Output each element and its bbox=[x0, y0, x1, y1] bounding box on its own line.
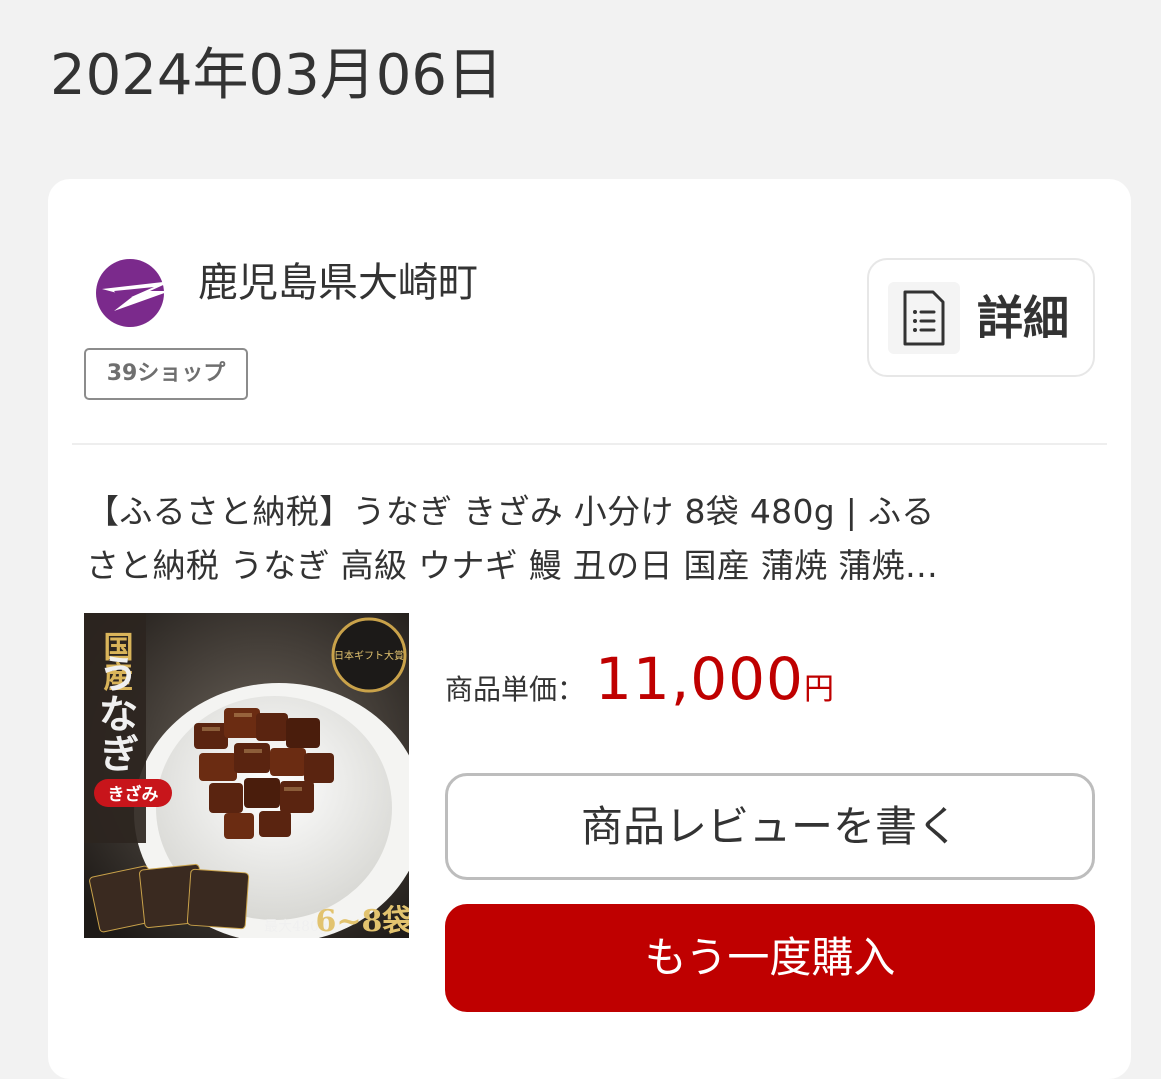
detail-button-label: 詳細 bbox=[977, 291, 1069, 345]
write-review-button[interactable]: 商品レビューを書く bbox=[445, 773, 1095, 880]
product-title-line-2: さと納税 うなぎ 高級 ウナギ 鰻 丑の日 国産 蒲焼 蒲焼… bbox=[86, 546, 939, 585]
product-title[interactable]: 【ふるさと納税】うなぎ きざみ 小分け 8袋 480g | ふる さと納税 うな… bbox=[86, 485, 1076, 593]
divider bbox=[72, 443, 1107, 445]
order-date-heading: 2024年03月06日 bbox=[50, 43, 504, 108]
document-list-icon bbox=[888, 282, 960, 354]
image-tag-kizami: きざみ bbox=[108, 784, 159, 805]
product-title-line-1: 【ふるさと納税】うなぎ きざみ 小分け 8袋 480g | ふる bbox=[86, 492, 935, 531]
buy-again-button[interactable]: もう一度購入 bbox=[445, 904, 1095, 1012]
town-emblem-icon bbox=[92, 251, 176, 335]
image-text-unagi: うなぎ bbox=[92, 653, 139, 773]
image-quantity-label: 6~8袋 bbox=[316, 904, 409, 938]
price-label: 商品単価： bbox=[445, 673, 586, 706]
shop-name[interactable]: 鹿児島県大崎町 bbox=[198, 257, 478, 309]
detail-button[interactable]: 詳細 bbox=[867, 258, 1095, 377]
shop-badge: 39ショップ bbox=[84, 348, 248, 400]
price-unit: 円 bbox=[803, 672, 834, 707]
price-row: 商品単価： 11,000円 bbox=[445, 645, 834, 715]
order-card: 鹿児島県大崎町 39ショップ 詳細 【ふるさと納税】うなぎ きざみ 小分け 8袋… bbox=[48, 179, 1131, 1079]
image-award-label: 日本ギフト大賞 bbox=[334, 649, 404, 662]
price-value: 11,000 bbox=[595, 645, 804, 713]
product-image[interactable]: 国産 うなぎ きざみ 日本ギフト大賞 最大480g 6~8袋 bbox=[84, 613, 409, 938]
